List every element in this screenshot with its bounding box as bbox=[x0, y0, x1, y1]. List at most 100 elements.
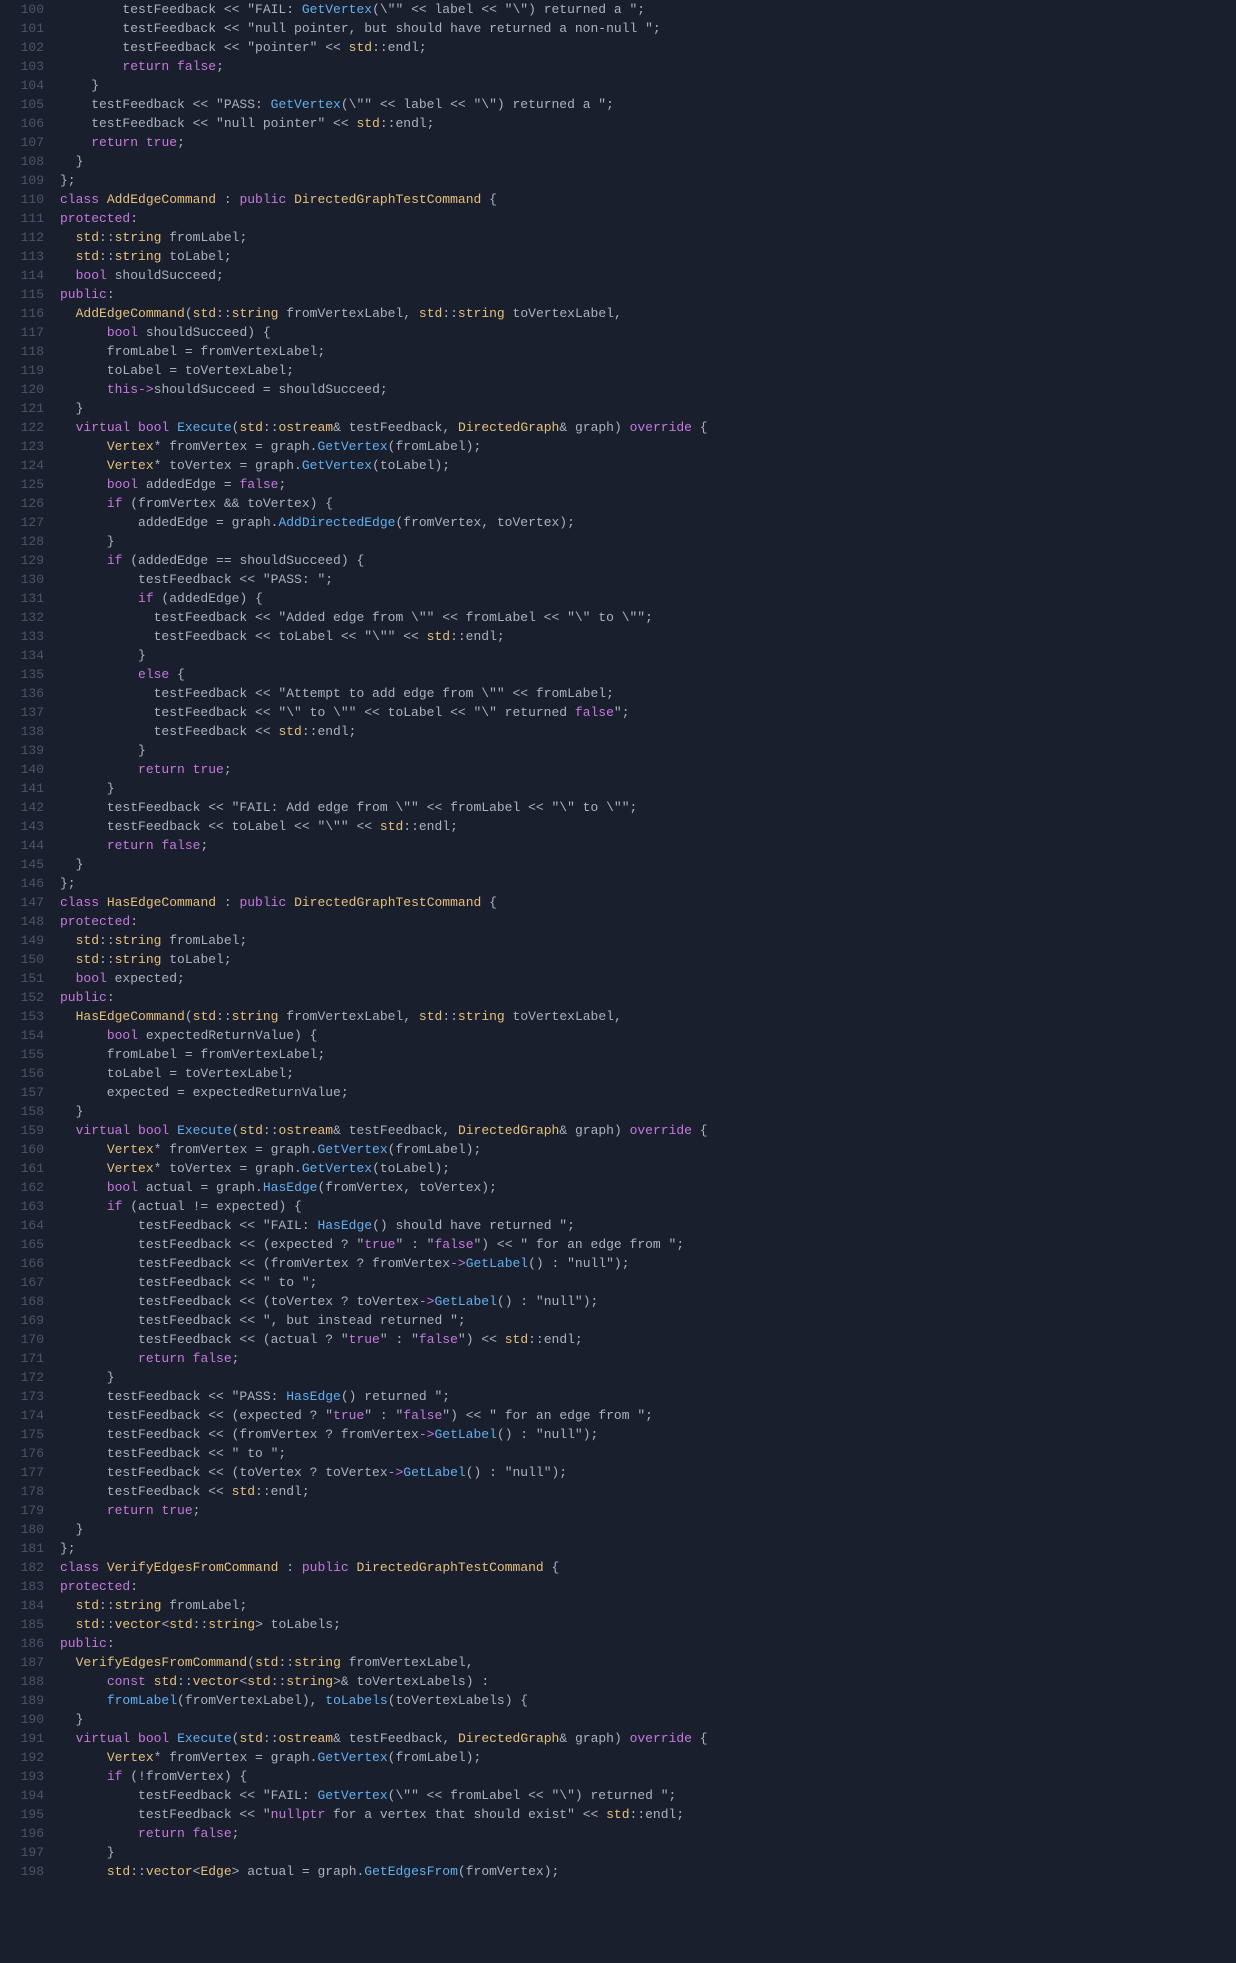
code-line: Vertex* fromVertex = graph.GetVertex(fro… bbox=[60, 437, 1236, 456]
code-line: } bbox=[60, 76, 1236, 95]
code-line: fromLabel = fromVertexLabel; bbox=[60, 1045, 1236, 1064]
code-line: this->shouldSucceed = shouldSucceed; bbox=[60, 380, 1236, 399]
code-line: testFeedback << "PASS: "; bbox=[60, 570, 1236, 589]
line-number: 117 bbox=[16, 323, 44, 342]
line-number: 142 bbox=[16, 798, 44, 817]
line-number: 143 bbox=[16, 817, 44, 836]
code-line: fromLabel(fromVertexLabel), toLabels(toV… bbox=[60, 1691, 1236, 1710]
code-line: protected: bbox=[60, 1577, 1236, 1596]
code-line: testFeedback << (toVertex ? toVertex->Ge… bbox=[60, 1292, 1236, 1311]
line-number: 145 bbox=[16, 855, 44, 874]
line-number: 116 bbox=[16, 304, 44, 323]
line-number: 130 bbox=[16, 570, 44, 589]
line-number: 118 bbox=[16, 342, 44, 361]
code-line: if (!fromVertex) { bbox=[60, 1767, 1236, 1786]
line-number: 104 bbox=[16, 76, 44, 95]
code-content: testFeedback << "FAIL: GetVertex(\"" << … bbox=[52, 0, 1236, 1881]
code-line: class HasEdgeCommand : public DirectedGr… bbox=[60, 893, 1236, 912]
code-line: testFeedback << " to "; bbox=[60, 1273, 1236, 1292]
line-number: 173 bbox=[16, 1387, 44, 1406]
code-line: } bbox=[60, 741, 1236, 760]
code-line: fromLabel = fromVertexLabel; bbox=[60, 342, 1236, 361]
line-number: 102 bbox=[16, 38, 44, 57]
code-line: bool addedEdge = false; bbox=[60, 475, 1236, 494]
code-line: std::string fromLabel; bbox=[60, 931, 1236, 950]
line-number: 129 bbox=[16, 551, 44, 570]
line-number: 192 bbox=[16, 1748, 44, 1767]
code-line: return false; bbox=[60, 836, 1236, 855]
code-line: bool shouldSucceed) { bbox=[60, 323, 1236, 342]
line-number: 120 bbox=[16, 380, 44, 399]
line-number: 180 bbox=[16, 1520, 44, 1539]
code-line: toLabel = toVertexLabel; bbox=[60, 361, 1236, 380]
line-number: 163 bbox=[16, 1197, 44, 1216]
line-number: 165 bbox=[16, 1235, 44, 1254]
line-number: 166 bbox=[16, 1254, 44, 1273]
line-number: 144 bbox=[16, 836, 44, 855]
line-number: 147 bbox=[16, 893, 44, 912]
code-line: testFeedback << " to "; bbox=[60, 1444, 1236, 1463]
code-line: std::vector<Edge> actual = graph.GetEdge… bbox=[60, 1862, 1236, 1881]
line-number: 183 bbox=[16, 1577, 44, 1596]
line-number: 140 bbox=[16, 760, 44, 779]
line-number: 133 bbox=[16, 627, 44, 646]
code-line: class AddEdgeCommand : public DirectedGr… bbox=[60, 190, 1236, 209]
code-line: bool shouldSucceed; bbox=[60, 266, 1236, 285]
line-number: 138 bbox=[16, 722, 44, 741]
code-line: Vertex* toVertex = graph.GetVertex(toLab… bbox=[60, 456, 1236, 475]
code-line: std::string toLabel; bbox=[60, 950, 1236, 969]
line-number: 187 bbox=[16, 1653, 44, 1672]
code-line: if (actual != expected) { bbox=[60, 1197, 1236, 1216]
line-number: 122 bbox=[16, 418, 44, 437]
code-line: virtual bool Execute(std::ostream& testF… bbox=[60, 1121, 1236, 1140]
code-line: return false; bbox=[60, 1349, 1236, 1368]
code-line: class VerifyEdgesFromCommand : public Di… bbox=[60, 1558, 1236, 1577]
line-number: 182 bbox=[16, 1558, 44, 1577]
code-line: testFeedback << std::endl; bbox=[60, 1482, 1236, 1501]
line-number: 167 bbox=[16, 1273, 44, 1292]
code-line: } bbox=[60, 399, 1236, 418]
code-line: public: bbox=[60, 1634, 1236, 1653]
code-line: return true; bbox=[60, 760, 1236, 779]
code-line: std::string fromLabel; bbox=[60, 228, 1236, 247]
code-line: testFeedback << "Added edge from \"" << … bbox=[60, 608, 1236, 627]
code-line: bool actual = graph.HasEdge(fromVertex, … bbox=[60, 1178, 1236, 1197]
code-line: else { bbox=[60, 665, 1236, 684]
line-number: 146 bbox=[16, 874, 44, 893]
line-number: 164 bbox=[16, 1216, 44, 1235]
code-line: protected: bbox=[60, 209, 1236, 228]
code-line: return true; bbox=[60, 1501, 1236, 1520]
code-line: testFeedback << (expected ? "true" : "fa… bbox=[60, 1235, 1236, 1254]
code-line: testFeedback << "Attempt to add edge fro… bbox=[60, 684, 1236, 703]
line-number: 189 bbox=[16, 1691, 44, 1710]
line-number: 170 bbox=[16, 1330, 44, 1349]
code-line: } bbox=[60, 646, 1236, 665]
code-line: HasEdgeCommand(std::string fromVertexLab… bbox=[60, 1007, 1236, 1026]
code-line: testFeedback << ", but instead returned … bbox=[60, 1311, 1236, 1330]
line-number: 152 bbox=[16, 988, 44, 1007]
code-line: testFeedback << "FAIL: GetVertex(\"" << … bbox=[60, 0, 1236, 19]
code-line: if (fromVertex && toVertex) { bbox=[60, 494, 1236, 513]
code-line: virtual bool Execute(std::ostream& testF… bbox=[60, 1729, 1236, 1748]
code-line: testFeedback << toLabel << "\"" << std::… bbox=[60, 627, 1236, 646]
line-number: 186 bbox=[16, 1634, 44, 1653]
line-number: 181 bbox=[16, 1539, 44, 1558]
code-line: if (addedEdge) { bbox=[60, 589, 1236, 608]
line-number: 139 bbox=[16, 741, 44, 760]
line-number: 188 bbox=[16, 1672, 44, 1691]
code-line: bool expected; bbox=[60, 969, 1236, 988]
code-line: protected: bbox=[60, 912, 1236, 931]
code-line: } bbox=[60, 152, 1236, 171]
line-number: 110 bbox=[16, 190, 44, 209]
line-number: 119 bbox=[16, 361, 44, 380]
code-line: } bbox=[60, 779, 1236, 798]
code-line: testFeedback << "FAIL: HasEdge() should … bbox=[60, 1216, 1236, 1235]
code-line: testFeedback << (expected ? "true" : "fa… bbox=[60, 1406, 1236, 1425]
code-line: public: bbox=[60, 988, 1236, 1007]
code-line: std::vector<std::string> toLabels; bbox=[60, 1615, 1236, 1634]
line-number: 195 bbox=[16, 1805, 44, 1824]
line-number: 114 bbox=[16, 266, 44, 285]
code-line: Vertex* toVertex = graph.GetVertex(toLab… bbox=[60, 1159, 1236, 1178]
code-line: testFeedback << "nullptr for a vertex th… bbox=[60, 1805, 1236, 1824]
line-number: 111 bbox=[16, 209, 44, 228]
